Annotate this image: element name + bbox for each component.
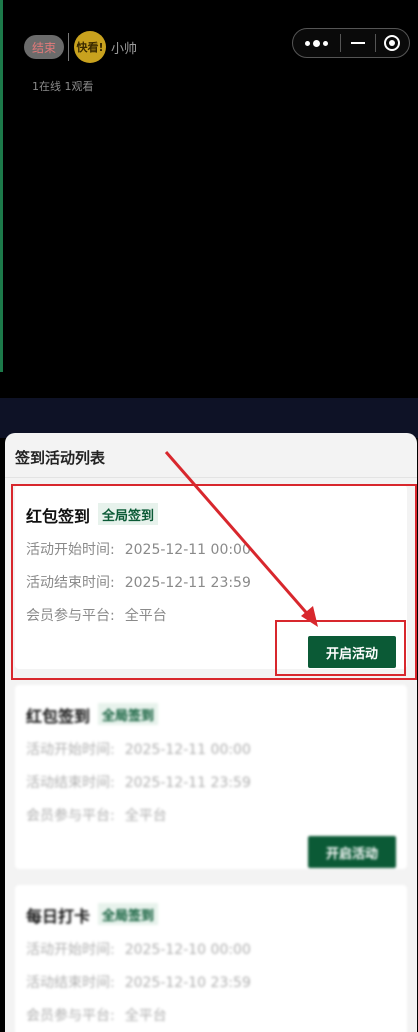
activity-card: 每日打卡 全局签到 活动开始时间: 2025-12-10 00:00 活动结束时间… bbox=[15, 885, 407, 1032]
platform-value: 全平台 bbox=[124, 1008, 167, 1024]
activity-badge: 全局签到 bbox=[98, 703, 159, 725]
activity-list-sheet: 签到活动列表 红包签到 全局签到 活动开始时间: 2025-12-11 00:00… bbox=[5, 433, 417, 1032]
start-time-label: 活动开始时间: bbox=[26, 542, 115, 558]
start-time-value: 2025-12-11 00:00 bbox=[124, 542, 251, 558]
close-target-icon[interactable] bbox=[376, 29, 409, 57]
platform-value: 全平台 bbox=[124, 808, 167, 824]
platform-label: 会员参与平台: bbox=[26, 1008, 115, 1024]
start-time-value: 2025-12-10 00:00 bbox=[124, 942, 251, 958]
end-time-row: 活动结束时间: 2025-12-10 23:59 bbox=[26, 972, 251, 992]
end-time-label: 活动结束时间: bbox=[26, 575, 115, 591]
activity-card: 红包签到 全局签到 活动开始时间: 2025-12-11 00:00 活动结束时间… bbox=[15, 685, 407, 869]
end-time-value: 2025-12-11 23:59 bbox=[124, 575, 251, 591]
mini-program-capsule bbox=[292, 28, 410, 58]
platform-label: 会员参与平台: bbox=[26, 608, 115, 624]
start-activity-button[interactable]: 开启活动 bbox=[308, 836, 396, 868]
start-activity-button[interactable]: 开启活动 bbox=[308, 636, 396, 668]
activity-badge: 全局签到 bbox=[98, 903, 159, 925]
end-time-row: 活动结束时间: 2025-12-11 23:59 bbox=[26, 572, 251, 592]
live-video-area bbox=[0, 0, 418, 440]
platform-row: 会员参与平台: 全平台 bbox=[26, 1005, 167, 1025]
minimize-icon[interactable] bbox=[341, 29, 374, 57]
header-divider bbox=[68, 33, 69, 61]
activity-title: 红包签到 bbox=[26, 707, 91, 726]
activity-badge: 全局签到 bbox=[98, 503, 159, 525]
sheet-divider bbox=[5, 477, 417, 478]
start-time-row: 活动开始时间: 2025-12-11 00:00 bbox=[26, 539, 251, 559]
start-time-value: 2025-12-11 00:00 bbox=[124, 742, 251, 758]
end-time-label: 活动结束时间: bbox=[26, 975, 115, 991]
platform-label: 会员参与平台: bbox=[26, 808, 115, 824]
online-stats: 1在线 1观看 bbox=[32, 80, 94, 93]
activity-card: 红包签到 全局签到 活动开始时间: 2025-12-11 00:00 活动结束时间… bbox=[15, 485, 407, 669]
sheet-title: 签到活动列表 bbox=[15, 449, 106, 467]
end-time-row: 活动结束时间: 2025-12-11 23:59 bbox=[26, 772, 251, 792]
activity-title: 红包签到 bbox=[26, 507, 91, 526]
activity-title: 每日打卡 bbox=[26, 907, 91, 926]
avatar[interactable]: 快看! bbox=[74, 31, 106, 63]
end-time-label: 活动结束时间: bbox=[26, 775, 115, 791]
start-time-row: 活动开始时间: 2025-12-11 00:00 bbox=[26, 739, 251, 759]
edge-accent bbox=[0, 0, 3, 372]
anchor-name: 小帅 bbox=[111, 42, 138, 57]
start-time-row: 活动开始时间: 2025-12-10 00:00 bbox=[26, 939, 251, 959]
start-time-label: 活动开始时间: bbox=[26, 742, 115, 758]
end-time-value: 2025-12-10 23:59 bbox=[124, 975, 251, 991]
start-time-label: 活动开始时间: bbox=[26, 942, 115, 958]
platform-value: 全平台 bbox=[124, 608, 167, 624]
end-live-button[interactable]: 结束 bbox=[24, 35, 64, 59]
end-time-value: 2025-12-11 23:59 bbox=[124, 775, 251, 791]
platform-row: 会员参与平台: 全平台 bbox=[26, 805, 167, 825]
more-dots-icon[interactable] bbox=[293, 29, 340, 57]
platform-row: 会员参与平台: 全平台 bbox=[26, 605, 167, 625]
video-bottom-band bbox=[0, 398, 418, 438]
